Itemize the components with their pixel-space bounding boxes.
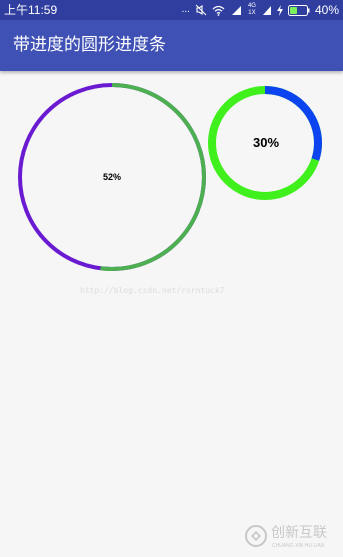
small-ring-percent-label: 30% [252,135,280,150]
watermark-url: http://blog.csdn.net/rorntuck7 [80,286,225,295]
large-ring-percent-label: 52% [102,172,121,182]
page-title: 带进度的圆形进度条 [13,35,166,55]
signal-2-icon [262,5,272,16]
status-time: 上午11:59 [4,3,58,17]
brand-watermark: 创新互联 CHUANG XIN HU LIAN [244,522,340,556]
network-type-label: 4G 1X [247,3,256,16]
battery-icon [287,4,310,16]
battery-percent: 40% [314,3,339,17]
content-area: 52% 30% http://blog.csdn.net/rorntuck7 创… [0,71,343,557]
mute-icon [195,4,207,16]
charging-icon [276,4,283,16]
signal-icon [230,5,242,16]
brand-name: 创新互联 [271,525,327,541]
more-dots-icon: ... [181,4,190,15]
wifi-icon [212,5,225,16]
brand-subtitle: CHUANG XIN HU LIAN [272,543,325,549]
network-type-icon: 4G 1X [247,3,257,17]
status-bar: 上午11:59 ... 4G 1X 40% [0,0,343,20]
brand-logo-icon [245,525,267,547]
status-icons: ... 4G 1X 40% [182,0,339,20]
app-bar: 带进度的圆形进度条 [0,20,343,71]
